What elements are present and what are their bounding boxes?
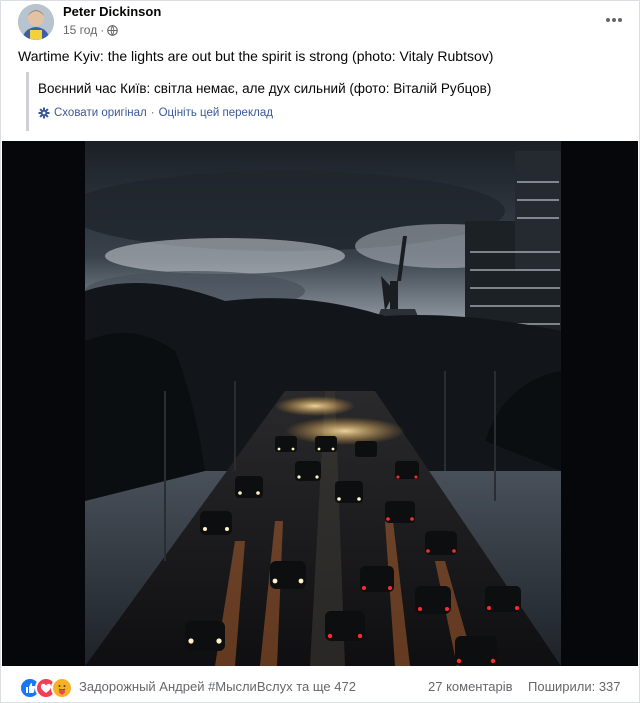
shares-count[interactable]: Поширили: 337 — [528, 679, 621, 694]
author-avatar[interactable] — [18, 4, 54, 40]
more-options-button[interactable] — [603, 9, 625, 31]
globe-icon — [107, 24, 119, 36]
care-icon — [51, 677, 73, 699]
gear-icon[interactable] — [38, 107, 50, 119]
rate-translation-link[interactable]: Оцініть цей переклад — [159, 107, 273, 119]
comments-count[interactable]: 27 коментарів — [428, 679, 513, 694]
post-time[interactable]: 15 год — [63, 23, 97, 37]
post-footer: Задорожный Андрей #МыслиВслух та ще 472 … — [1, 673, 639, 701]
translation-text: Воєнний час Київ: світла немає, але дух … — [38, 81, 492, 96]
post-photo[interactable] — [85, 141, 561, 666]
hide-original-link[interactable]: Сховати оригінал — [54, 107, 147, 119]
translation-block: Воєнний час Київ: світла немає, але дух … — [26, 72, 619, 131]
author-name[interactable]: Peter Dickinson — [63, 4, 161, 19]
post-meta: 15 год · — [63, 23, 119, 37]
meta-dot: · — [100, 23, 105, 37]
translation-links: Сховати оригінал · Оцініть цей переклад — [38, 107, 273, 119]
more-options-icon — [606, 18, 622, 22]
reaction-icons[interactable] — [19, 677, 75, 699]
post-text: Wartime Kyiv: the lights are out but the… — [18, 48, 494, 64]
post-card: Peter Dickinson 15 год · Wartime Kyiv: t… — [0, 0, 640, 703]
reactors-summary[interactable]: Задорожный Андрей #МыслиВслух та ще 472 — [79, 679, 356, 694]
link-separator: · — [150, 107, 155, 119]
photo-frame[interactable] — [2, 141, 638, 666]
